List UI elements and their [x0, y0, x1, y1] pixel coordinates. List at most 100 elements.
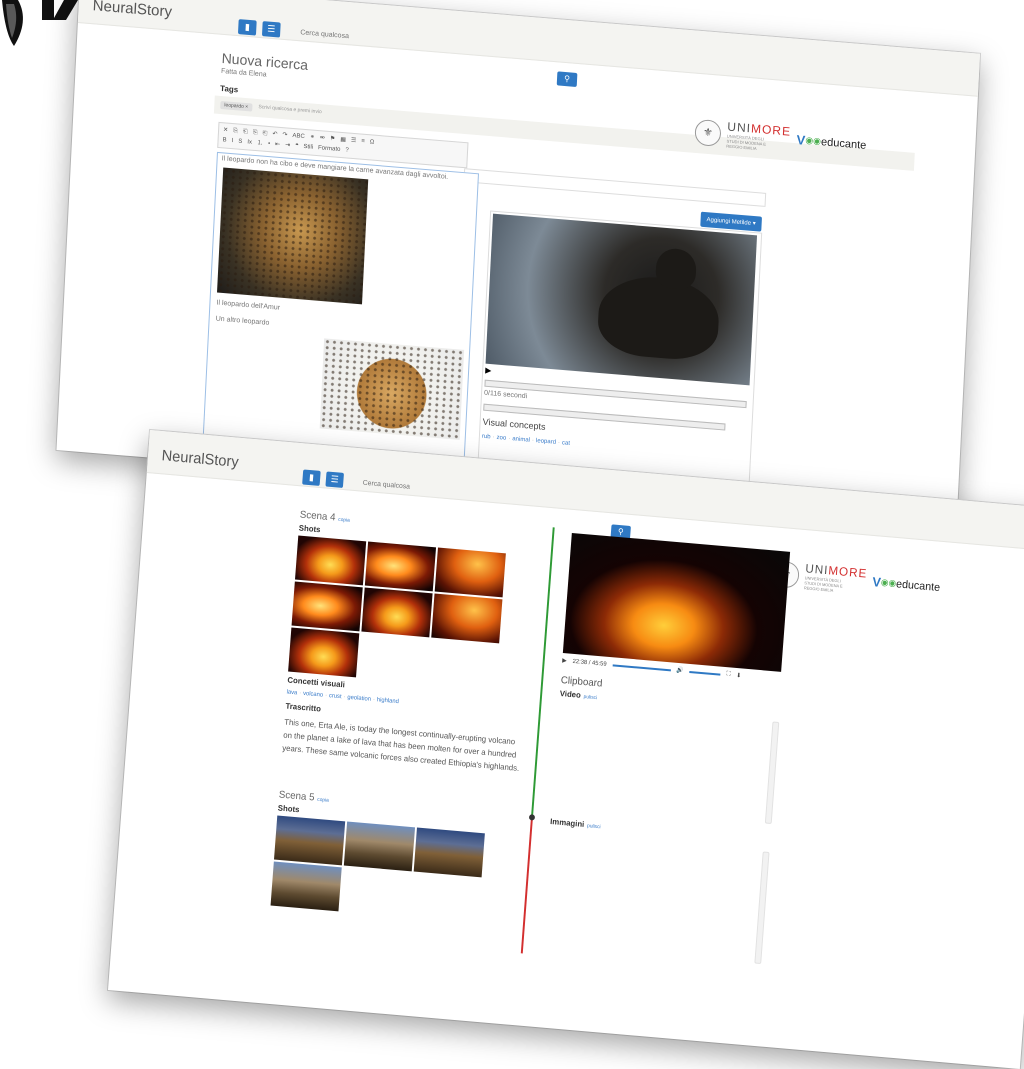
concept-link[interactable]: rub [482, 434, 491, 441]
leopard-caption-2: Un altro leopardo [215, 315, 270, 327]
toolbar-button[interactable]: ⎘ [253, 128, 258, 138]
volume-icon[interactable]: 🔊 [676, 667, 684, 675]
toolbar-button[interactable]: ≡ [361, 137, 365, 147]
tag-placeholder: Scrivi qualcosa e premi invio [258, 104, 322, 116]
toolbar-button[interactable]: Ω [370, 137, 375, 147]
search-icon: ⚲ [617, 526, 624, 537]
text-editor[interactable]: Il leopardo non ha cibo e deve mangiare … [202, 151, 479, 466]
concept-link[interactable]: cat [562, 440, 570, 447]
unimore-logo: ⚜ UNIMORE UNIVERSITÀ DEGLI STUDI DI MODE… [772, 559, 941, 602]
transcript-text: This one, Erta Ale, is today the longest… [282, 717, 520, 773]
brand-title[interactable]: NeuralStory [161, 447, 239, 471]
list-button[interactable]: ☰ [325, 471, 344, 488]
toolbar-button[interactable]: B [222, 135, 227, 145]
images-scrollbar[interactable] [754, 851, 770, 965]
concept-link[interactable]: lava [286, 689, 297, 696]
toolbar-button[interactable]: ? [345, 145, 349, 155]
timeline-progress[interactable] [531, 527, 555, 818]
shot-thumbnail[interactable] [431, 593, 503, 644]
copy-link[interactable]: copia [317, 797, 329, 804]
toolbar-button[interactable]: • [268, 139, 271, 149]
shot-thumbnail[interactable] [364, 541, 437, 592]
shot-thumbnail[interactable] [288, 627, 360, 678]
toolbar-button[interactable]: ▦ [340, 135, 346, 145]
toolbar-button[interactable]: Formato [318, 143, 341, 155]
timeline-handle[interactable] [528, 814, 536, 821]
video-player[interactable] [485, 213, 758, 386]
toolbar-button[interactable]: Stili [303, 142, 313, 153]
educante-logo: V ◉◉ educante [796, 132, 867, 152]
search-icon: ⚲ [563, 73, 571, 84]
volume-slider[interactable] [689, 670, 721, 676]
video-scrollbar[interactable] [764, 721, 780, 825]
toolbar-button[interactable]: ↷ [282, 130, 288, 140]
toolbar-button[interactable]: S [238, 137, 243, 147]
concept-link[interactable]: volcano [303, 691, 324, 699]
document-button[interactable]: ▮ [302, 469, 321, 486]
video-panel: ▶ 0/116 secondi Visual concepts rub · zoo ·… [477, 210, 763, 495]
shot-thumbnail[interactable] [291, 581, 363, 632]
shots-label: Shots [277, 803, 300, 815]
clear-images-link[interactable]: pulisci [587, 823, 601, 830]
tag-chip[interactable]: leopardo × [220, 100, 253, 112]
scene-4-title: Scena 4 copia [299, 509, 351, 524]
timeline-remaining[interactable] [520, 817, 533, 954]
fullscreen-icon[interactable]: ⛶ [726, 671, 731, 678]
download-icon[interactable]: ⬇ [736, 672, 741, 679]
author-label: Fatta da Elena [220, 67, 267, 79]
toolbar-button[interactable]: ⚑ [330, 134, 336, 144]
brand-title[interactable]: NeuralStory [92, 0, 172, 21]
leopard-image-2[interactable] [319, 338, 465, 440]
concept-link[interactable]: zoo [496, 435, 506, 442]
concept-link[interactable]: geolation [347, 695, 371, 703]
list-button[interactable]: ☰ [261, 21, 281, 38]
leopard-caption: Il leopardo dell'Amur [216, 299, 281, 312]
document-icon: ▮ [308, 471, 315, 483]
concept-link[interactable]: leopard [536, 438, 556, 446]
toolbar-button[interactable]: ❝ [295, 141, 299, 151]
concept-link[interactable]: crust [329, 693, 342, 700]
shot-thumbnail[interactable] [270, 861, 342, 912]
title-field[interactable] [463, 168, 767, 207]
toolbar-button[interactable]: I [231, 136, 233, 146]
concept-link[interactable]: animal [512, 436, 530, 443]
document-button[interactable]: ▮ [237, 19, 257, 36]
toolbar-button[interactable]: ⒈ [257, 138, 264, 148]
shot-thumbnail[interactable] [361, 587, 433, 638]
shot-thumbnail[interactable] [343, 821, 416, 872]
video-seek[interactable] [612, 663, 671, 671]
search-button[interactable]: ⚲ [556, 71, 578, 87]
toolbar-button[interactable]: ⎘ [233, 126, 238, 136]
video-time: 0/116 secondi [483, 389, 528, 401]
shot-thumbnail[interactable] [295, 535, 367, 586]
university-seal-icon: ⚜ [694, 118, 722, 147]
copy-link[interactable]: copia [338, 517, 350, 524]
toolbar-button[interactable]: ⚮ [320, 133, 326, 143]
toolbar-button[interactable]: ✕ [223, 125, 229, 135]
scene-5-title: Scena 5 copia [278, 789, 330, 804]
shot-thumbnail[interactable] [413, 827, 485, 878]
search-input[interactable] [297, 20, 583, 68]
toolbar-button[interactable]: ⇥ [285, 140, 291, 150]
toolbar-button[interactable]: ⎗ [243, 127, 248, 137]
play-icon[interactable]: ▶ [562, 657, 567, 664]
toolbar-button[interactable]: Ix [247, 137, 252, 147]
search-input[interactable] [359, 470, 638, 519]
toolbar-button[interactable]: ⚭ [310, 132, 316, 142]
clipboard-title: Clipboard [560, 674, 603, 690]
video-time: 22:38 / 45:59 [572, 658, 607, 668]
shot-thumbnail[interactable] [274, 815, 346, 866]
toolbar-button[interactable]: ⇤ [275, 140, 281, 150]
concepts-title: Visual concepts [482, 416, 546, 432]
clear-video-link[interactable]: pulisci [583, 694, 597, 701]
top-bar: NeuralStory ▮ ☰ [77, 0, 980, 97]
video-player[interactable] [562, 532, 791, 672]
concept-link[interactable]: highland [377, 697, 399, 705]
shot-thumbnail[interactable] [434, 547, 506, 598]
toolbar-button[interactable]: ↶ [272, 129, 278, 139]
toolbar-button[interactable]: ⎗ [262, 129, 267, 139]
toolbar-button[interactable]: ☰ [351, 136, 357, 146]
leopard-image[interactable] [217, 167, 369, 305]
scenes-window: NeuralStory ▮ ☰ ⚲ ⚜ UNIMORE UNIVERSITÀ D… [108, 430, 1024, 1069]
play-icon[interactable]: ▶ [485, 366, 492, 376]
